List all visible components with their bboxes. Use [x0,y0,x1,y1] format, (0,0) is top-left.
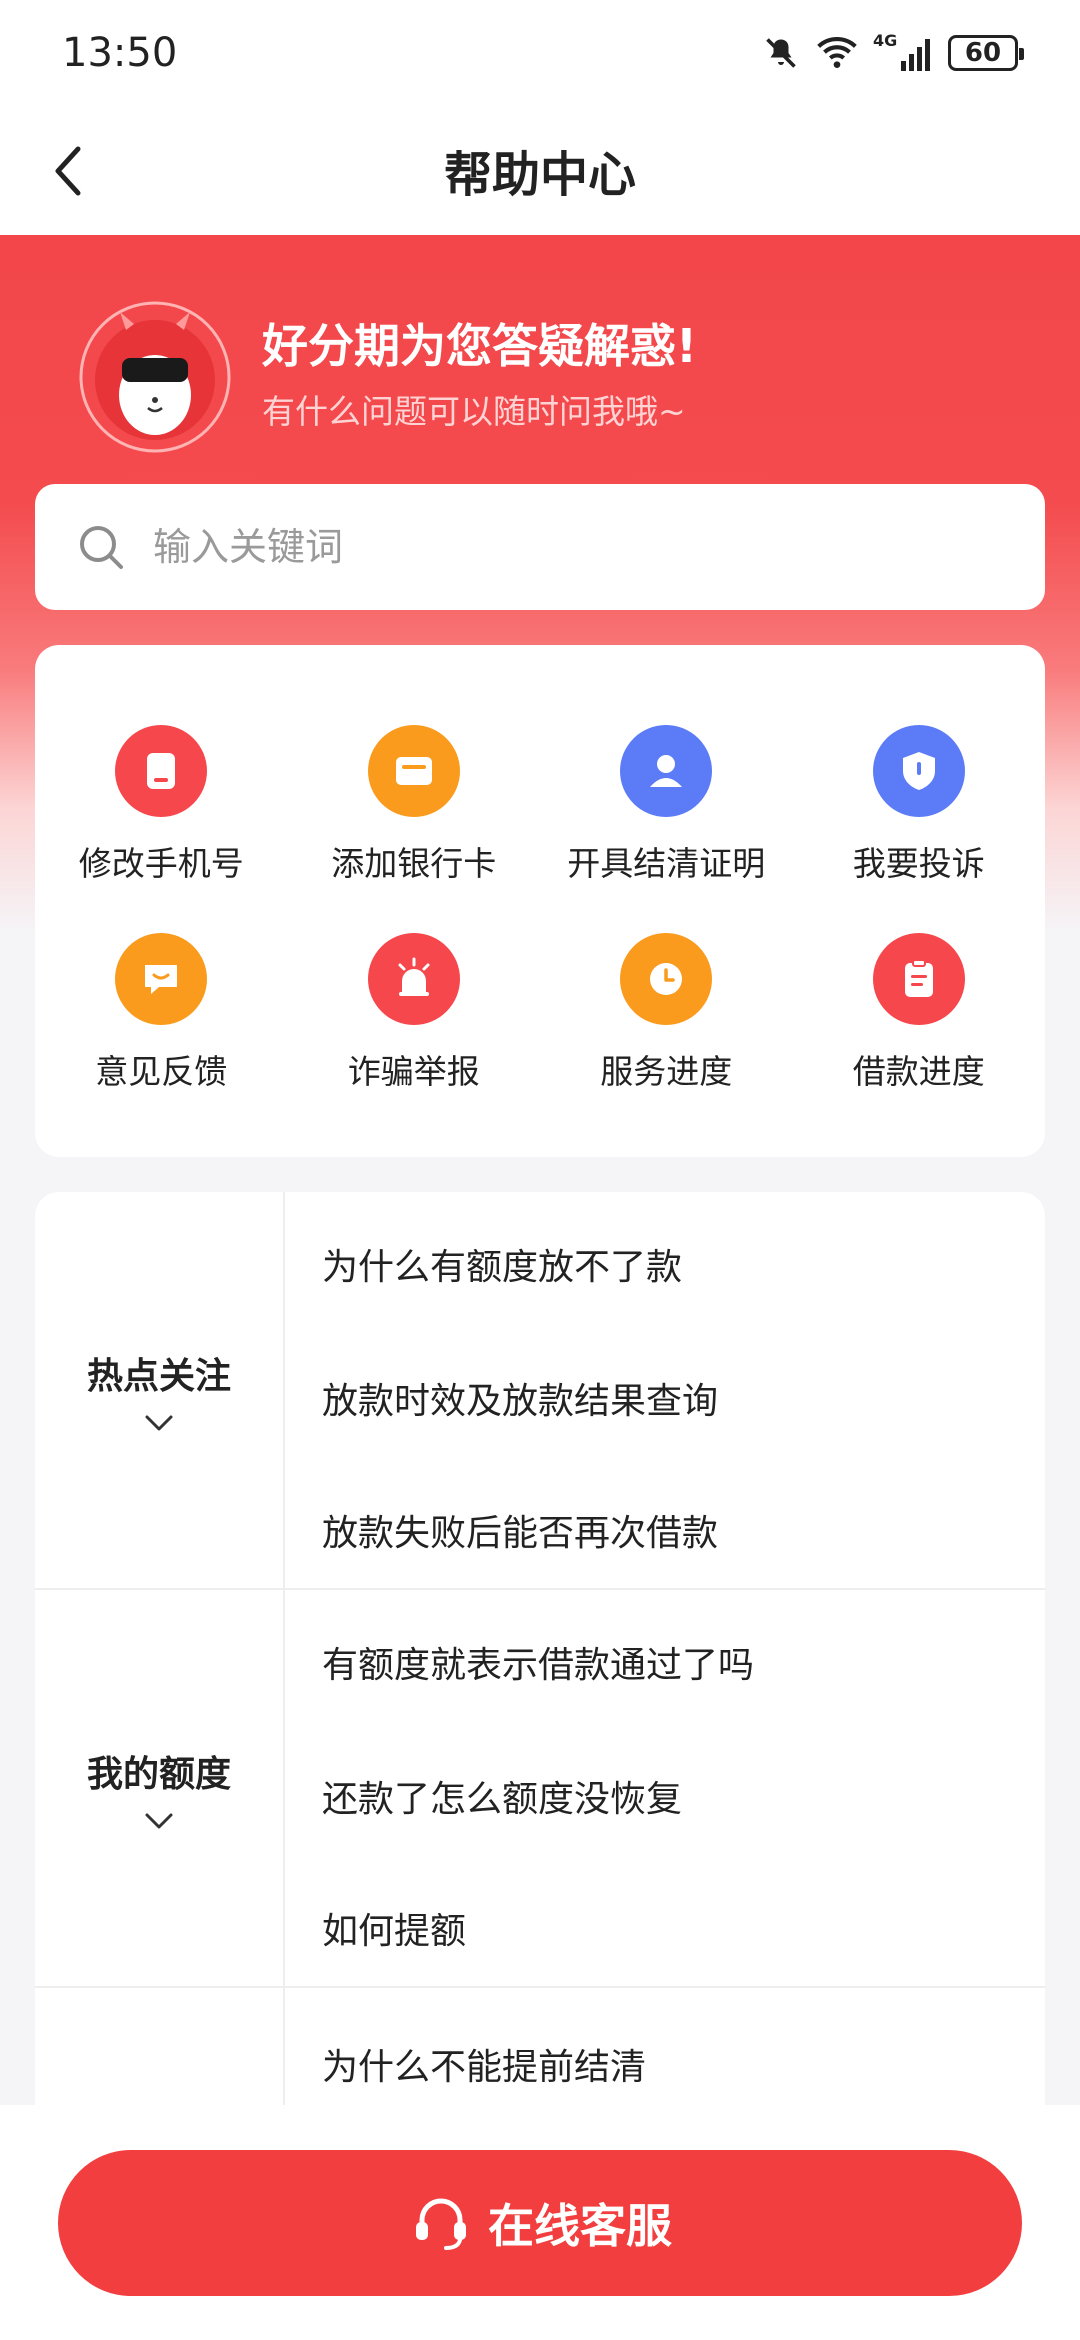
bank-card-icon [367,725,460,817]
online-service-label: 在线客服 [488,2199,672,2253]
mute-bell-icon [766,37,796,68]
wifi-icon [817,36,857,68]
banner-title: 好分期为您答疑解惑! [262,319,697,373]
faq-group-hot-topics: 热点关注 为什么有额度放不了款 放款时效及放款结果查询 放款失败后能否再次借款 [35,1192,1045,1590]
person-certificate-icon [620,725,713,817]
clock-icon [620,933,713,1025]
faq-category-label: 我的额度 [86,1754,231,1795]
faq-question[interactable]: 放款失败后能否再次借款 [322,1504,718,1556]
faq-category-label: 热点关注 [86,1356,231,1397]
navbar: 帮助中心 [0,105,1080,235]
search-box[interactable] [35,484,1045,610]
quick-actions-grid: 修改手机号 添加银行卡 开具结清证明 我要投诉 意见反馈 诈骗举报 服务进度 借… [35,725,1045,1093]
faq-category-hot-topics[interactable]: 热点关注 [35,1192,285,1588]
quick-actions-card: 修改手机号 添加银行卡 开具结清证明 我要投诉 意见反馈 诈骗举报 服务进度 借… [35,645,1045,1157]
quick-action-label: 修改手机号 [78,844,244,883]
quick-action-service-progress[interactable]: 服务进度 [540,933,793,1093]
banner-subtitle: 有什么问题可以随时问我哦~ [262,392,686,431]
quick-action-label: 我要投诉 [852,844,985,883]
clipboard-icon [872,933,965,1025]
quick-action-label: 服务进度 [600,1052,733,1091]
faq-question[interactable]: 为什么不能提前结清 [322,2038,646,2090]
status-time: 13:50 [62,29,178,76]
quick-action-label: 开具结清证明 [567,844,766,883]
faq-card: 热点关注 为什么有额度放不了款 放款时效及放款结果查询 放款失败后能否再次借款 … [35,1192,1045,2192]
faq-question[interactable]: 放款时效及放款结果查询 [322,1372,718,1424]
faq-question[interactable]: 如何提额 [322,1902,466,1954]
quick-action-add-bank-card[interactable]: 添加银行卡 [288,725,541,885]
search-input[interactable] [153,525,953,569]
status-icons: 4G 60 [763,31,1024,71]
status-bar: 13:50 4G 60 [0,0,1080,105]
quick-action-feedback[interactable]: 意见反馈 [35,933,288,1093]
chevron-down-icon [145,1415,173,1431]
phone-icon [115,725,208,817]
quick-action-change-phone[interactable]: 修改手机号 [35,725,288,885]
battery-icon: 60 [948,34,1024,71]
mascot-avatar-icon [79,301,231,453]
quick-action-label: 借款进度 [852,1052,985,1091]
headset-icon [416,2198,466,2250]
faq-group-my-quota: 我的额度 有额度就表示借款通过了吗 还款了怎么额度没恢复 如何提额 [35,1590,1045,1988]
quick-action-fraud-report[interactable]: 诈骗举报 [288,933,541,1093]
quick-action-loan-progress[interactable]: 借款进度 [793,933,1046,1093]
page-title: 帮助中心 [443,147,636,203]
online-service-button[interactable]: 在线客服 [58,2150,1022,2296]
quick-action-complaint[interactable]: 我要投诉 [793,725,1046,885]
faq-question[interactable]: 还款了怎么额度没恢复 [322,1770,682,1822]
quick-action-label: 意见反馈 [95,1052,228,1091]
faq-question[interactable]: 为什么有额度放不了款 [322,1238,682,1290]
network-type: 4G [873,30,898,50]
battery-level: 60 [964,37,1002,68]
faq-category-my-quota[interactable]: 我的额度 [35,1590,285,1986]
shield-icon [872,725,965,817]
cellular-signal-icon: 4G [873,31,930,71]
alarm-icon [367,933,460,1025]
quick-action-label: 添加银行卡 [331,844,497,883]
faq-question[interactable]: 有额度就表示借款通过了吗 [322,1636,754,1688]
search-icon [80,526,123,569]
quick-action-label: 诈骗举报 [347,1052,480,1091]
chevron-down-icon [145,1813,173,1829]
message-icon [115,933,208,1025]
quick-action-settlement-certificate[interactable]: 开具结清证明 [540,725,793,885]
